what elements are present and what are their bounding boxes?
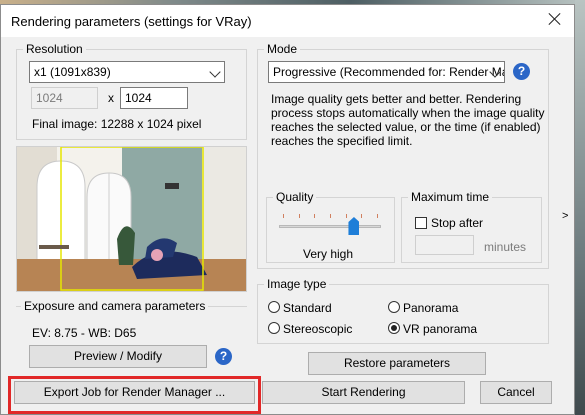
radio-panorama-label: Panorama bbox=[403, 301, 459, 315]
minutes-label: minutes bbox=[484, 240, 527, 254]
render-preview-image bbox=[16, 146, 247, 292]
radio-panorama[interactable] bbox=[388, 301, 400, 313]
mode-help-icon[interactable]: ? bbox=[513, 63, 530, 80]
minutes-input[interactable] bbox=[415, 235, 474, 255]
expand-panel-arrow[interactable]: > bbox=[562, 210, 568, 222]
quality-slider-tick bbox=[314, 214, 316, 218]
height-input[interactable]: 1024 bbox=[120, 87, 188, 109]
radio-standard[interactable] bbox=[268, 301, 280, 313]
background-image-edge bbox=[575, 0, 585, 415]
image-type-label: Image type bbox=[264, 277, 330, 291]
max-time-label: Maximum time bbox=[408, 190, 493, 204]
rendering-parameters-dialog: Rendering parameters (settings for VRay)… bbox=[0, 4, 575, 415]
mode-description-line-1: Image quality gets better and better. Re… bbox=[271, 92, 522, 106]
stop-after-checkbox[interactable] bbox=[415, 217, 427, 229]
cancel-button[interactable]: Cancel bbox=[480, 381, 552, 404]
restore-parameters-button[interactable]: Restore parameters bbox=[308, 352, 486, 375]
mode-description-line-4: reaches the specified limit. bbox=[271, 134, 413, 148]
mode-description-line-3: reaches the selected value, or the time … bbox=[271, 120, 541, 134]
exposure-values: EV: 8.75 - WB: D65 bbox=[32, 326, 137, 340]
radio-stereoscopic[interactable] bbox=[268, 322, 280, 334]
mode-select[interactable]: Progressive (Recommended for: Render Man bbox=[268, 61, 505, 83]
times-label: x bbox=[108, 91, 114, 105]
quality-slider-tick bbox=[345, 214, 347, 218]
quality-slider-tick bbox=[298, 214, 300, 218]
quality-slider-track[interactable] bbox=[279, 225, 381, 228]
mode-select-value: Progressive (Recommended for: Render Man bbox=[273, 65, 505, 79]
quality-value-text: Very high bbox=[303, 247, 354, 261]
quality-label: Quality bbox=[273, 190, 317, 204]
radio-vr-panorama[interactable] bbox=[388, 322, 400, 334]
chevron-down-icon bbox=[209, 66, 221, 78]
title-bar: Rendering parameters (settings for VRay) bbox=[1, 5, 574, 37]
stop-after-label: Stop after bbox=[431, 216, 484, 230]
export-highlight-box bbox=[8, 376, 261, 414]
quality-slider-tick bbox=[377, 214, 378, 218]
preview-modify-button[interactable]: Preview / Modify bbox=[29, 345, 207, 368]
close-icon[interactable] bbox=[545, 10, 565, 30]
quality-slider-tick bbox=[283, 214, 284, 218]
resolution-select-value: x1 (1091x839) bbox=[34, 65, 111, 79]
resolution-label: Resolution bbox=[23, 42, 86, 56]
radio-standard-label: Standard bbox=[283, 301, 332, 315]
exposure-label: Exposure and camera parameters bbox=[21, 299, 209, 313]
mode-label: Mode bbox=[264, 42, 301, 56]
radio-vr-panorama-label: VR panorama bbox=[403, 322, 478, 336]
final-image-text: Final image: 12288 x 1024 pixel bbox=[32, 117, 202, 131]
dialog-title: Rendering parameters (settings for VRay) bbox=[11, 14, 252, 29]
exposure-help-icon[interactable]: ? bbox=[215, 348, 232, 365]
resolution-select[interactable]: x1 (1091x839) bbox=[29, 61, 225, 83]
quality-slider-tick bbox=[361, 214, 363, 218]
width-input[interactable]: 1024 bbox=[31, 87, 98, 109]
radio-stereoscopic-label: Stereoscopic bbox=[283, 322, 353, 336]
start-rendering-button[interactable]: Start Rendering bbox=[262, 381, 465, 404]
mode-description-line-2: process stops automatically when the ima… bbox=[271, 106, 545, 120]
quality-slider-tick bbox=[330, 214, 331, 218]
